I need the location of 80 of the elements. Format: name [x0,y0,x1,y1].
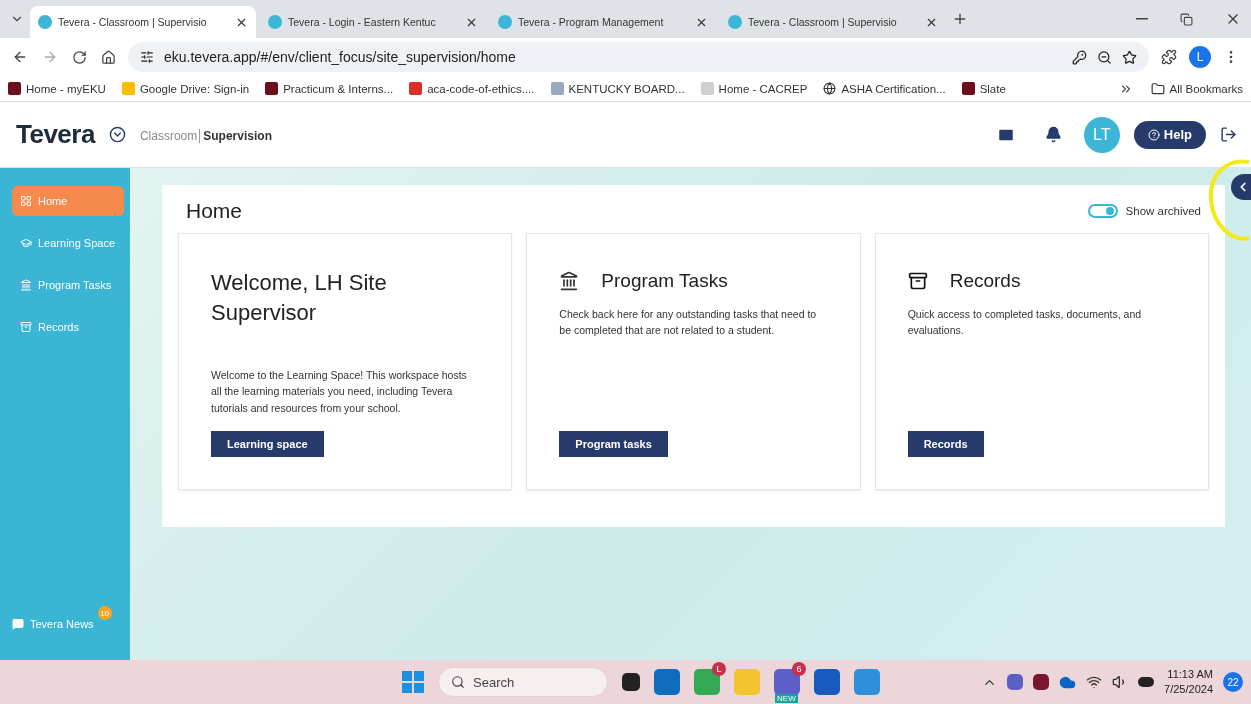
globe-icon [823,82,837,95]
restore-icon [1180,12,1193,26]
card-button[interactable]: Program tasks [559,431,668,457]
card-button[interactable]: Records [907,431,984,457]
puzzle-icon [1161,49,1177,65]
count-badge: 6 [792,662,807,676]
all-bookmarks-link[interactable]: All Bookmarks [1150,81,1243,96]
key-icon[interactable] [1072,49,1087,65]
bookmark-icon [409,82,423,95]
minimize-icon [1136,18,1148,20]
zoom-icon[interactable] [1097,49,1112,65]
collapse-button[interactable] [1231,174,1251,200]
taskbar-search[interactable]: Search [438,667,609,697]
app-logo[interactable]: Tevera [16,119,95,150]
card-title: Records [949,269,1021,293]
bookmark-link[interactable]: ASHA Certification... [823,82,946,95]
card-description: Quick access to completed tasks, documents, and evaluations. [907,306,1143,339]
star-icon[interactable] [1122,49,1137,65]
card-title: Program Tasks [601,269,728,293]
bookmark-link[interactable]: Practicum & Interns... [265,82,394,95]
bookmark-link[interactable]: Home - CACREP [700,82,808,95]
folder-icon [1150,81,1165,96]
search-icon [451,675,466,689]
site-info-icon[interactable] [140,50,154,64]
browser-tab[interactable]: Tevera - Classroom | Supervisio [30,6,256,38]
count-badge: L [712,662,727,676]
bookmark-icon [700,82,714,95]
bookmark-link[interactable]: KENTUCKY BOARD... [550,82,685,95]
browser-tab[interactable]: Tevera - Login - Eastern Kentuc [260,6,486,38]
site-icon [38,15,52,29]
wifi-icon[interactable] [1086,674,1103,690]
count-badge: 10 [97,606,112,620]
new-tag: NEW [775,694,798,703]
site-icon [268,15,282,29]
dropdown-icon[interactable] [108,126,126,143]
box-icon [20,321,32,333]
logout-icon[interactable] [1220,126,1237,143]
breadcrumb-section[interactable]: Classroom [139,128,198,143]
arrow-right-icon [42,49,58,65]
home-icon [101,49,116,65]
building-icon [559,270,580,291]
address-bar[interactable]: eku.tevera.app/#/env/client_focus/site_supervision/home [128,42,1149,72]
toggle-label: Show archived [1125,205,1201,217]
site-icon [498,15,512,29]
url-text: eku.tevera.app/#/env/client_focus/site_supervision/home [164,49,516,65]
bookmark-icon [121,82,135,95]
bookmark-link[interactable]: aca-code-of-ethics.... [409,82,535,95]
bookmark-link[interactable]: Google Drive: Sign-in [121,82,250,95]
browser-tab[interactable]: Tevera - Program Management [490,6,716,38]
grid-icon [20,195,32,207]
bell-icon[interactable] [1044,126,1062,143]
news-icon [12,618,24,630]
bookmark-icon [265,82,279,95]
bookmark-link[interactable]: Slate [961,82,1006,95]
site-icon [728,15,742,29]
graduation-cap-icon [20,237,32,249]
profile-avatar[interactable]: L [1189,46,1211,68]
notification-badge[interactable]: 22 [1223,672,1243,692]
restore-button[interactable] [1178,10,1195,28]
card-button[interactable]: Learning space [211,431,324,457]
box-icon [907,270,928,291]
plus-icon [952,11,968,27]
building-icon [20,279,32,291]
start-icon[interactable] [402,671,425,693]
browser-tab[interactable]: Tevera - Classroom | Supervisio [720,6,946,38]
bookmark-icon [8,82,21,95]
bookmark-icon [550,82,564,95]
card-description: Check back here for any outstanding tasks that need to be completed that are not related to a student. [559,306,818,339]
breadcrumb-current: Supervision [199,128,272,143]
page-title: Home [186,199,243,223]
extensions-button[interactable] [1159,47,1179,67]
help-icon [1147,128,1160,141]
card-title: Welcome, LH Site Supervisor [211,269,388,327]
help-button[interactable]: Help [1133,120,1206,149]
archived-toggle[interactable] [1087,204,1118,218]
bookmark-link[interactable]: Home - myEKU [8,82,106,95]
reload-icon [72,49,87,65]
card-description: Welcome to the Learning Space! This workspace hosts all the learning materials you need, including Tevera tutorials and resources from your school. [211,367,468,417]
clock[interactable]: 11:13 AM 7/25/2024 [1164,666,1213,698]
bookmark-icon [961,82,975,95]
